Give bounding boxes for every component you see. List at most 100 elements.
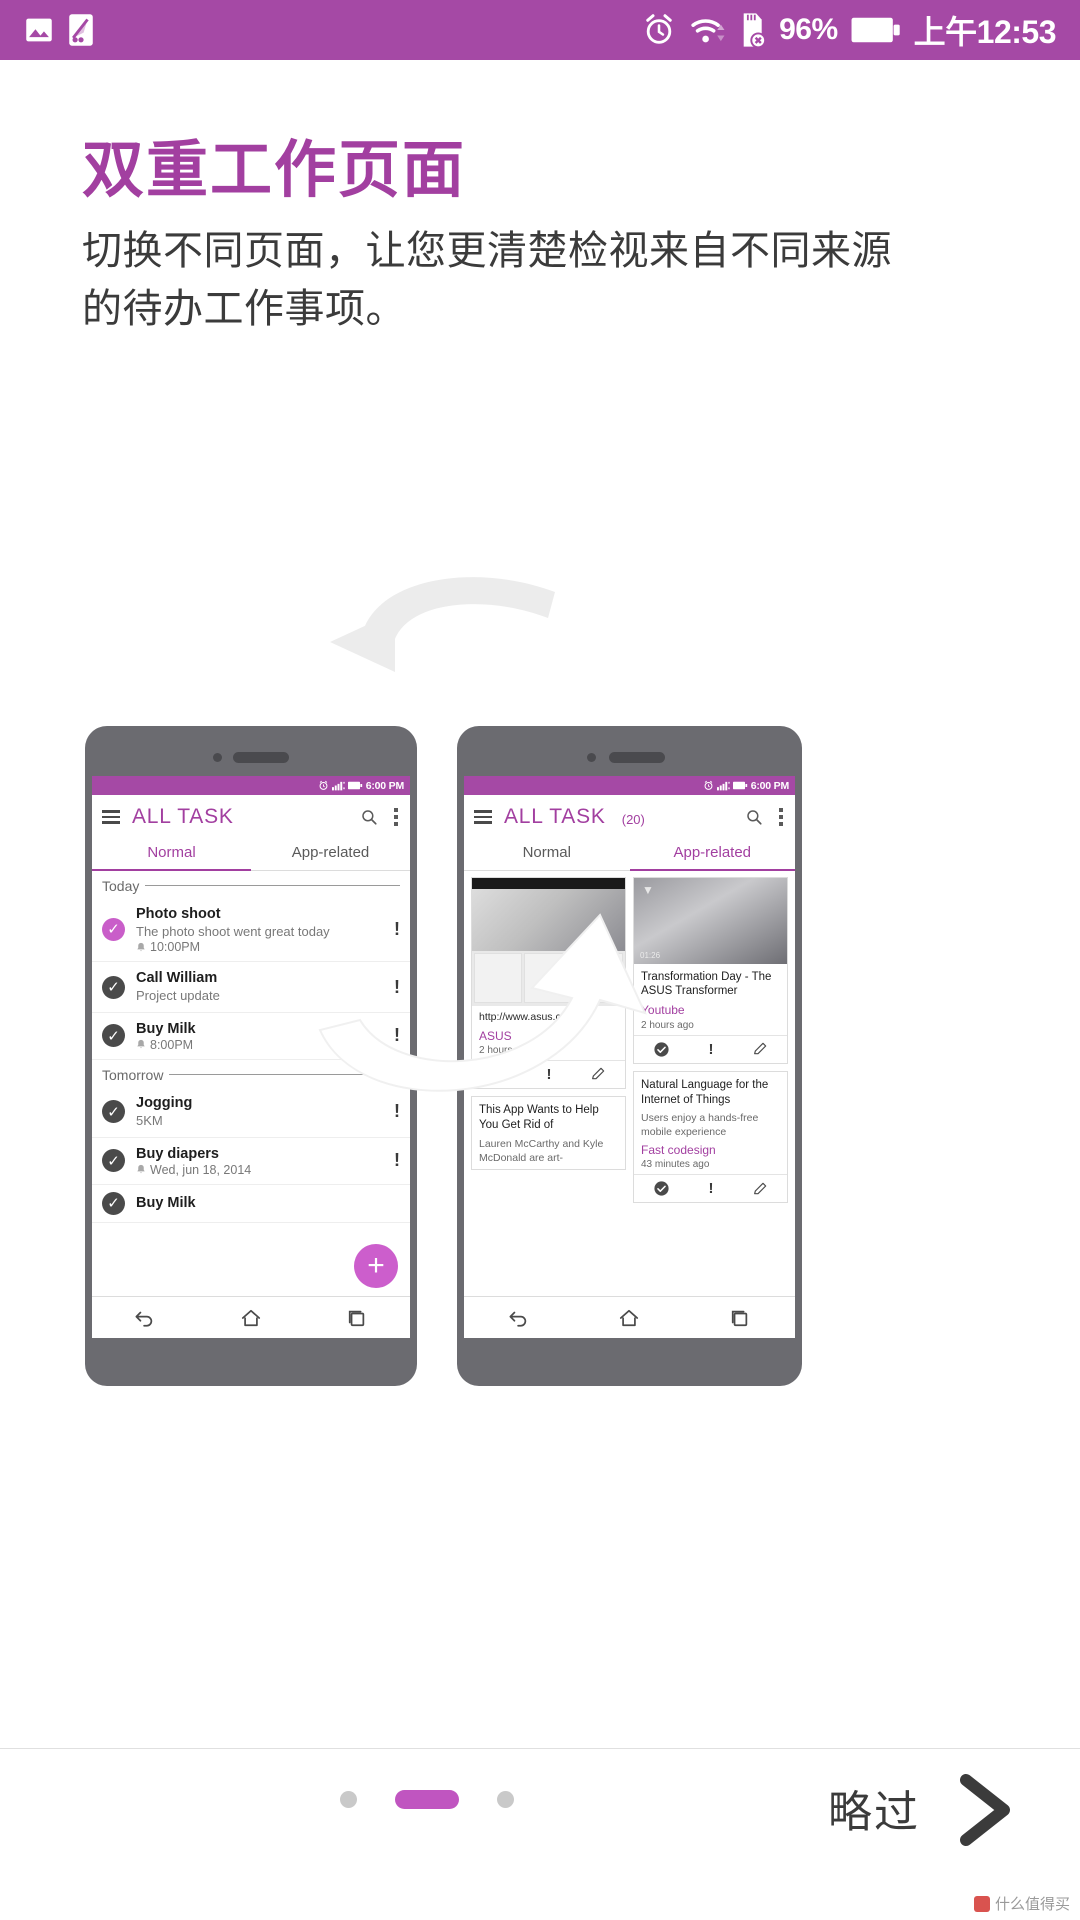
check-icon[interactable]: ✓	[102, 1149, 125, 1173]
task-title: Photo shoot	[136, 905, 221, 922]
check-icon[interactable]	[491, 1066, 508, 1083]
skip-button[interactable]: 略过	[828, 1776, 920, 1840]
check-icon[interactable]	[653, 1041, 670, 1058]
search-icon[interactable]	[360, 808, 378, 826]
page-dot-3[interactable]	[497, 1791, 514, 1808]
check-icon[interactable]: ✓	[102, 917, 125, 941]
task-priority-flag[interactable]: !	[390, 1150, 400, 1171]
card-priority-flag[interactable]: !	[546, 1066, 551, 1083]
phone-right-navbar	[464, 1296, 795, 1338]
tab-app-related-left[interactable]: App-related	[251, 837, 410, 870]
site-cell	[474, 952, 523, 1003]
card-title: Transformation Day - The ASUS Transforme…	[641, 970, 772, 998]
task-date: Wed, jun 18, 2014	[150, 1162, 252, 1177]
check-icon[interactable]: ✓	[102, 1024, 125, 1048]
battery-icon	[347, 781, 362, 790]
card-timestamp: 43 minutes ago	[641, 1159, 710, 1171]
footer-divider	[0, 1748, 1080, 1749]
phone-right-tabs: Normal App-related	[464, 837, 795, 871]
tab-normal-left[interactable]: Normal	[92, 837, 251, 871]
edit-icon[interactable]	[752, 1041, 768, 1057]
section-header-tomorrow: Tomorrow	[92, 1060, 410, 1087]
add-task-button[interactable]: +	[354, 1244, 398, 1288]
menu-icon[interactable]	[474, 810, 492, 824]
card-web-asus[interactable]: http://www.asus.com ASUS 2 hours ago !	[471, 876, 626, 1089]
earpiece-speaker	[233, 752, 289, 763]
tab-app-related-right[interactable]: App-related	[629, 837, 795, 871]
phone-right-status-bar: 6:00 PM	[464, 776, 795, 795]
system-status-bar: 96% 上午12:53	[0, 0, 1080, 60]
card-text-app[interactable]: This App Wants to Help You Get Rid of La…	[471, 1095, 626, 1171]
more-options-icon[interactable]	[779, 808, 783, 826]
task-row[interactable]: ✓ Buy Milk 8:00PM !	[92, 1013, 410, 1060]
task-title: Buy Milk	[136, 1020, 196, 1037]
tab-normal-right[interactable]: Normal	[464, 837, 630, 870]
card-text-fastcodesign[interactable]: Natural Language for the Internet of Thi…	[633, 1070, 788, 1204]
app-title-left: ALL TASK	[132, 805, 234, 828]
card-column-right: ▼ 01:26 Transformation Day - The ASUS Tr…	[633, 876, 788, 1204]
task-count-badge: (20)	[621, 812, 645, 827]
check-icon[interactable]	[653, 1180, 670, 1197]
search-icon[interactable]	[745, 808, 763, 826]
home-icon[interactable]	[240, 1308, 262, 1328]
task-row[interactable]: ✓ Call William Project update !	[92, 962, 410, 1013]
section-label-today: Today	[102, 877, 140, 894]
phone-right-app-header: ALL TASK (20)	[464, 795, 795, 837]
video-thumbnail: ▼ 01:26	[634, 877, 787, 964]
back-icon[interactable]	[134, 1308, 156, 1328]
task-row[interactable]: ✓ Buy Milk	[92, 1185, 410, 1223]
bell-icon	[137, 942, 145, 951]
clock-label: 上午12:53	[913, 14, 1057, 50]
page-dot-1[interactable]	[340, 1791, 357, 1808]
page-indicator-dots	[340, 1790, 514, 1809]
task-row[interactable]: ✓ Jogging 5KM !	[92, 1087, 410, 1138]
recents-icon[interactable]	[346, 1308, 368, 1328]
card-priority-flag[interactable]: !	[708, 1041, 713, 1058]
battery-icon	[851, 17, 900, 43]
chevron-right-icon[interactable]	[952, 1770, 1022, 1850]
alarm-icon	[646, 14, 672, 44]
page-title: 双重工作页面	[82, 136, 467, 205]
signal-icon	[716, 781, 730, 791]
card-video-youtube[interactable]: ▼ 01:26 Transformation Day - The ASUS Tr…	[633, 876, 788, 1064]
task-priority-flag[interactable]: !	[390, 919, 400, 940]
video-duration: 01:26	[640, 950, 661, 960]
check-icon[interactable]: ✓	[102, 1191, 125, 1215]
back-icon[interactable]	[508, 1308, 530, 1328]
task-subtitle: Project update	[136, 988, 220, 1004]
task-priority-flag[interactable]: !	[390, 1101, 400, 1122]
section-header-today: Today	[92, 871, 410, 898]
task-row[interactable]: ✓ Buy diapers Wed, jun 18, 2014 !	[92, 1138, 410, 1185]
phone-left-clock: 6:00 PM	[365, 779, 404, 792]
chevron-down-icon: ▼	[642, 882, 654, 897]
task-meta: 8:00PM	[136, 1038, 379, 1052]
menu-icon[interactable]	[102, 810, 120, 824]
recents-icon[interactable]	[729, 1308, 751, 1328]
check-icon[interactable]: ✓	[102, 975, 125, 999]
task-row[interactable]: ✓ Photo shoot The photo shoot went great…	[92, 898, 410, 963]
section-rule	[145, 885, 400, 886]
site-hero-image	[472, 888, 625, 951]
page-dot-2-active[interactable]	[395, 1790, 459, 1809]
task-priority-flag[interactable]: !	[390, 977, 400, 998]
home-icon[interactable]	[618, 1308, 640, 1328]
curved-arrow-top-decoration	[330, 577, 555, 672]
task-meta: Wed, jun 18, 2014	[136, 1163, 379, 1177]
card-actions: !	[634, 1034, 787, 1063]
edit-icon[interactable]	[590, 1066, 606, 1082]
task-title: Call William	[136, 970, 218, 987]
card-priority-flag[interactable]: !	[708, 1180, 713, 1197]
task-title: Jogging	[136, 1094, 193, 1111]
page-subtitle: 切换不同页面，让您更清楚检视来自不同来源的待办工作事项。	[82, 229, 892, 331]
more-options-icon[interactable]	[394, 808, 398, 826]
phone-left-app-header: ALL TASK	[92, 795, 410, 837]
camera-dot	[587, 753, 596, 762]
task-time: 10:00PM	[150, 940, 201, 955]
edit-icon[interactable]	[752, 1181, 768, 1197]
signal-icon	[331, 781, 345, 791]
check-icon[interactable]: ✓	[102, 1100, 125, 1124]
card-title: This App Wants to Help You Get Rid of	[479, 1103, 599, 1131]
task-priority-flag[interactable]: !	[390, 1025, 400, 1046]
app-related-card-grid: http://www.asus.com ASUS 2 hours ago ! T…	[464, 871, 795, 1210]
alarm-icon	[319, 780, 328, 790]
